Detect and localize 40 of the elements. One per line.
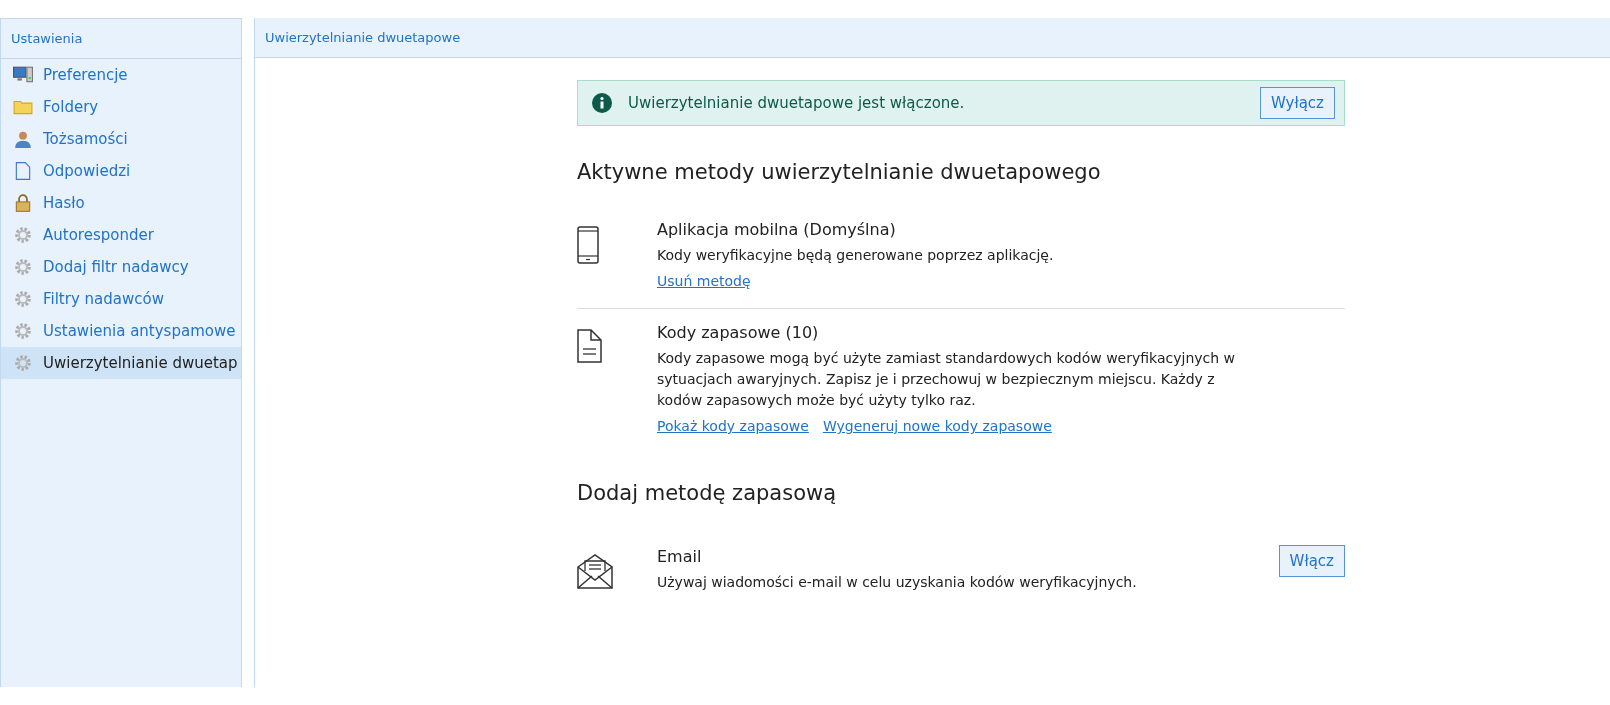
document-icon: [13, 162, 33, 180]
sidebar-item[interactable]: Tożsamości: [1, 123, 241, 155]
method-link[interactable]: Wygeneruj nowe kody zapasowe: [822, 415, 1052, 437]
method-description: Używaj wiadomości e-mail w celu uzyskania kodów weryfikacyjnych.: [657, 573, 1138, 592]
gear-icon: [13, 258, 33, 276]
gear-icon: [13, 322, 33, 340]
sidebar-item[interactable]: Filtry nadawców: [1, 283, 241, 315]
page-title: Uwierzytelnianie dwuetapowe: [265, 30, 461, 45]
section-heading: Dodaj metodę zapasową: [577, 481, 838, 505]
disable-button[interactable]: Wyłącz: [1259, 87, 1335, 119]
method-title: Email: [657, 547, 703, 566]
method-link[interactable]: Usuń metodę: [657, 270, 751, 292]
gear-icon: [13, 354, 33, 372]
sidebar-item[interactable]: Foldery: [1, 91, 241, 123]
method-link[interactable]: Pokaż kody zapasowe: [657, 415, 809, 437]
person-icon: [13, 130, 33, 148]
method-description: Kody weryfikacyjne będą generowane poprzez aplikację.: [657, 246, 1055, 265]
section-heading: Aktywne metody uwierzytelnianie dwuetapowego: [577, 160, 1102, 184]
document-icon: [577, 329, 602, 363]
sidebar-title: Ustawienia: [11, 31, 83, 46]
sidebar-item[interactable]: Hasło: [1, 187, 241, 219]
method-title: Kody zapasowe (10): [657, 323, 820, 342]
sidebar-item[interactable]: Dodaj filtr nadawcy: [1, 251, 241, 283]
sidebar-item[interactable]: Autoresponder: [1, 219, 241, 251]
gear-icon: [13, 226, 33, 244]
envelope-icon: [577, 553, 613, 589]
info-icon: [592, 93, 612, 113]
sidebar-item[interactable]: Uwierzytelnianie dwuetap: [1, 347, 241, 379]
sidebar-item[interactable]: Preferencje: [1, 59, 241, 91]
sidebar-item[interactable]: Odpowiedzi: [1, 155, 241, 187]
gear-icon: [13, 290, 33, 308]
enable-button[interactable]: Włącz: [1278, 545, 1345, 577]
lock-icon: [13, 194, 33, 212]
sidebar-item[interactable]: Ustawienia antyspamowe: [1, 315, 241, 347]
method-description: Kody zapasowe mogą być użyte zamiast standardowych kodów weryfikacyjnych w sytuacjach awaryjnych. Zapisz je i przechowuj w bezpiecznym miejscu. Każdy z kodów zapasowych może być użyty tylko raz.: [657, 349, 1236, 410]
notice-text: Uwierzytelnianie dwuetapowe jest włączone.: [628, 94, 966, 112]
method-title: Aplikacja mobilna (Domyślna): [657, 220, 897, 239]
phone-icon: [577, 226, 599, 264]
folder-icon: [13, 98, 33, 116]
computer-icon: [13, 66, 33, 84]
